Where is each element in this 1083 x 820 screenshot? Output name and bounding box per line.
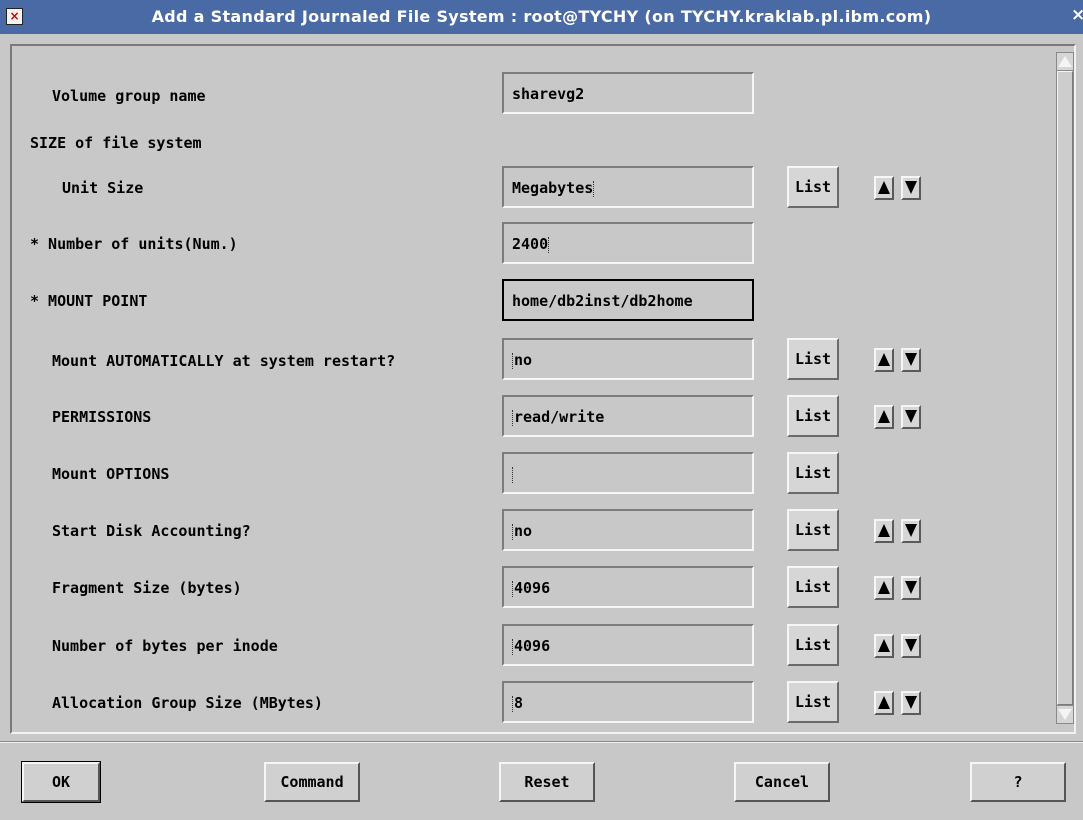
alloc-group-list-button[interactable]: List: [787, 681, 839, 723]
mount-point-field[interactable]: home/db2inst/db2home: [502, 279, 754, 321]
mount-options-list-button[interactable]: List: [787, 452, 839, 494]
scrollbar-thumb[interactable]: [1057, 71, 1073, 705]
mount-point-label: * MOUNT POINT: [30, 292, 148, 310]
permissions-up-arrow-icon[interactable]: [874, 405, 894, 429]
scroll-up-icon[interactable]: [1057, 53, 1073, 71]
vertical-scrollbar[interactable]: [1056, 52, 1074, 724]
disk-accounting-up-arrow-icon[interactable]: [874, 519, 894, 543]
unit-size-list-button[interactable]: List: [787, 166, 839, 208]
num-units-field[interactable]: 2400: [502, 222, 754, 264]
unit-size-up-arrow-icon[interactable]: [874, 176, 894, 200]
alloc-group-field[interactable]: 8: [502, 681, 754, 723]
permissions-label: PERMISSIONS: [52, 408, 152, 426]
cancel-button[interactable]: Cancel: [734, 762, 830, 802]
bytes-per-inode-value: 4096: [514, 637, 551, 655]
alloc-group-down-arrow-icon[interactable]: [901, 691, 921, 715]
disk-accounting-value: no: [514, 522, 533, 540]
mount-auto-field[interactable]: no: [502, 338, 754, 380]
help-button[interactable]: ?: [970, 762, 1066, 802]
disk-accounting-list-button[interactable]: List: [787, 509, 839, 551]
unit-size-value: Megabytes: [512, 179, 594, 197]
mount-options-label: Mount OPTIONS: [52, 465, 170, 483]
mount-auto-value: no: [514, 351, 533, 369]
bytes-per-inode-up-arrow-icon[interactable]: [874, 634, 894, 658]
footer-divider: [0, 741, 1083, 743]
fragment-size-down-arrow-icon[interactable]: [901, 576, 921, 600]
alloc-group-label: Allocation Group Size (MBytes): [52, 694, 323, 712]
disk-accounting-down-arrow-icon[interactable]: [901, 519, 921, 543]
num-units-label: * Number of units(Num.): [30, 235, 238, 253]
num-units-value: 2400: [512, 235, 549, 253]
mount-auto-label: Mount AUTOMATICALLY at system restart?: [52, 352, 396, 370]
permissions-field[interactable]: read/write: [502, 395, 754, 437]
permissions-down-arrow-icon[interactable]: [901, 405, 921, 429]
alloc-group-up-arrow-icon[interactable]: [874, 691, 894, 715]
fragment-size-up-arrow-icon[interactable]: [874, 576, 894, 600]
text-cursor: [548, 236, 550, 253]
permissions-list-button[interactable]: List: [787, 395, 839, 437]
bytes-per-inode-down-arrow-icon[interactable]: [901, 634, 921, 658]
mount-auto-down-arrow-icon[interactable]: [901, 348, 921, 372]
volume-group-label: Volume group name: [52, 87, 206, 105]
bytes-per-inode-list-button[interactable]: List: [787, 624, 839, 666]
size-section-label: SIZE of file system: [30, 134, 202, 152]
title-bar: × Add a Standard Journaled File System :…: [0, 0, 1083, 34]
fragment-size-field[interactable]: 4096: [502, 566, 754, 608]
permissions-value: read/write: [514, 408, 605, 426]
alloc-group-value: 8: [514, 694, 524, 712]
mount-options-field[interactable]: [502, 452, 754, 494]
bytes-per-inode-field[interactable]: 4096: [502, 624, 754, 666]
unit-size-field[interactable]: Megabytes: [502, 166, 754, 208]
command-button[interactable]: Command: [264, 762, 360, 802]
form-panel: Volume group name sharevg2 SIZE of file …: [10, 44, 1076, 734]
bytes-per-inode-label: Number of bytes per inode: [52, 637, 278, 655]
text-cursor: [593, 180, 595, 197]
mount-auto-list-button[interactable]: List: [787, 338, 839, 380]
unit-size-down-arrow-icon[interactable]: [901, 176, 921, 200]
fragment-size-list-button[interactable]: List: [787, 566, 839, 608]
ok-button[interactable]: OK: [21, 761, 101, 803]
fragment-size-value: 4096: [514, 579, 551, 597]
window-title: Add a Standard Journaled File System : r…: [151, 7, 932, 26]
text-cursor: [512, 466, 514, 483]
fragment-size-label: Fragment Size (bytes): [52, 579, 242, 597]
unit-size-label: Unit Size: [62, 179, 144, 197]
mount-auto-up-arrow-icon[interactable]: [874, 348, 894, 372]
disk-accounting-label: Start Disk Accounting?: [52, 522, 251, 540]
close-icon[interactable]: ×: [1071, 5, 1083, 29]
reset-button[interactable]: Reset: [499, 762, 595, 802]
disk-accounting-field[interactable]: no: [502, 509, 754, 551]
volume-group-field[interactable]: sharevg2: [502, 72, 754, 114]
scroll-down-icon[interactable]: [1057, 705, 1073, 723]
